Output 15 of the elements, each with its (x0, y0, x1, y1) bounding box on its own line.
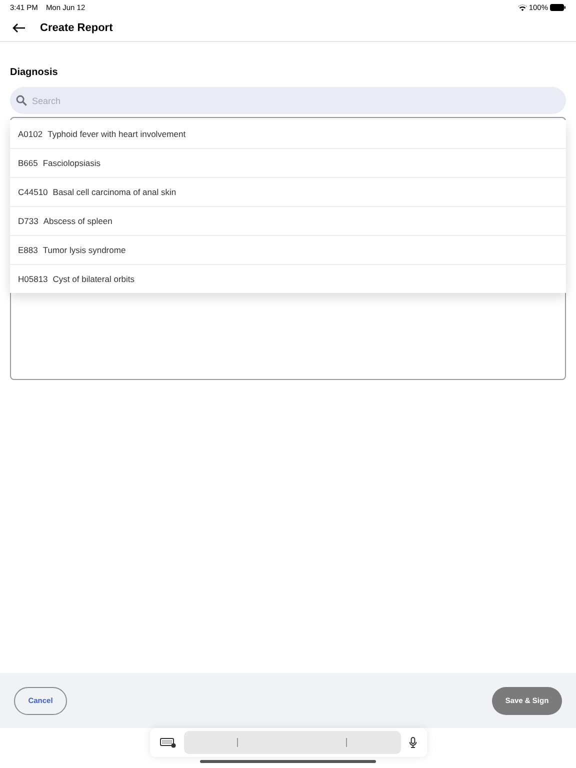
back-arrow-icon[interactable] (12, 22, 26, 32)
keyboard-icon[interactable] (160, 738, 176, 748)
diagnosis-option[interactable]: C44510 Basal cell carcinoma of anal skin (10, 178, 566, 207)
diagnosis-option[interactable]: H05813 Cyst of bilateral orbits (10, 265, 566, 293)
search-field[interactable]: Search (10, 87, 566, 114)
search-icon (16, 95, 27, 106)
wifi-icon (518, 4, 527, 10)
diagnosis-option[interactable]: E883 Tumor lysis syndrome (10, 236, 566, 265)
diagnosis-option[interactable]: D733 Abscess of spleen (10, 207, 566, 236)
battery-icon (550, 4, 566, 10)
page-title: Create Report (40, 22, 113, 34)
diagnosis-option[interactable]: A0102 Typhoid fever with heart involvement (10, 120, 566, 149)
diagnosis-option[interactable]: B665 Fasciolopsiasis (10, 149, 566, 178)
microphone-icon[interactable] (408, 737, 416, 748)
diagnosis-label: Diagnosis (10, 67, 59, 78)
